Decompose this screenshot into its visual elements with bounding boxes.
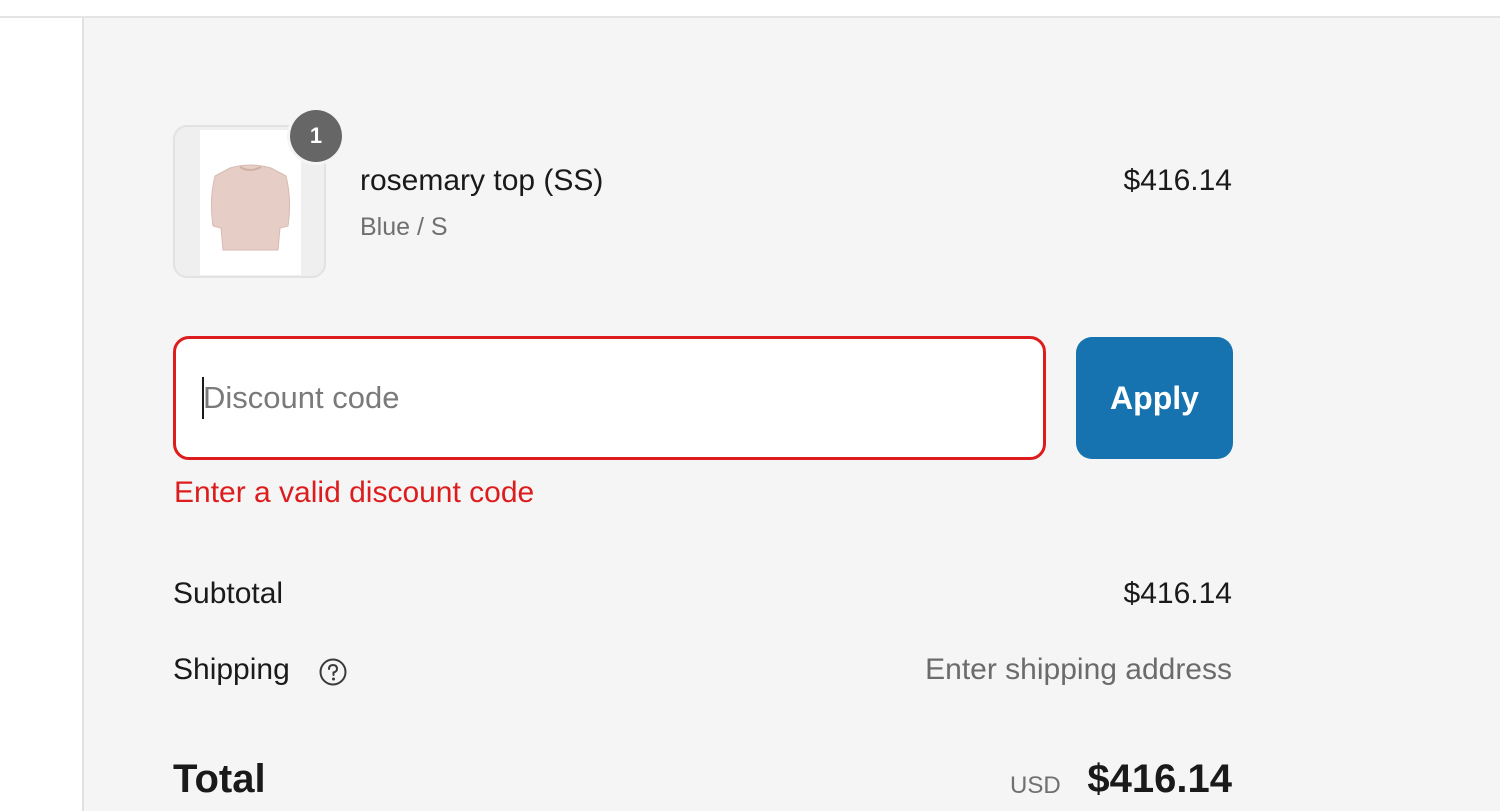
apply-button[interactable]: Apply: [1076, 337, 1233, 459]
shipping-value: Enter shipping address: [925, 653, 1232, 686]
top-divider: [0, 0, 1500, 18]
subtotal-label: Subtotal: [173, 577, 284, 610]
sweater-icon: [210, 164, 291, 251]
discount-code-input[interactable]: [173, 336, 1046, 460]
product-image: [200, 130, 301, 275]
help-circle-icon[interactable]: [318, 657, 348, 687]
total-value: $416.14: [1087, 757, 1232, 801]
product-price: $416.14: [1123, 164, 1232, 197]
quantity-badge: 1: [290, 110, 342, 162]
text-caret: [202, 377, 204, 419]
checkout-main-pane: [0, 18, 84, 811]
discount-error-message: Enter a valid discount code: [174, 476, 535, 509]
subtotal-value: $416.14: [1123, 577, 1232, 610]
shipping-label: Shipping: [173, 653, 290, 686]
product-variant: Blue / S: [360, 213, 448, 241]
product-name: rosemary top (SS): [360, 164, 604, 197]
total-label: Total: [173, 757, 266, 801]
total-currency: USD: [1010, 772, 1061, 799]
